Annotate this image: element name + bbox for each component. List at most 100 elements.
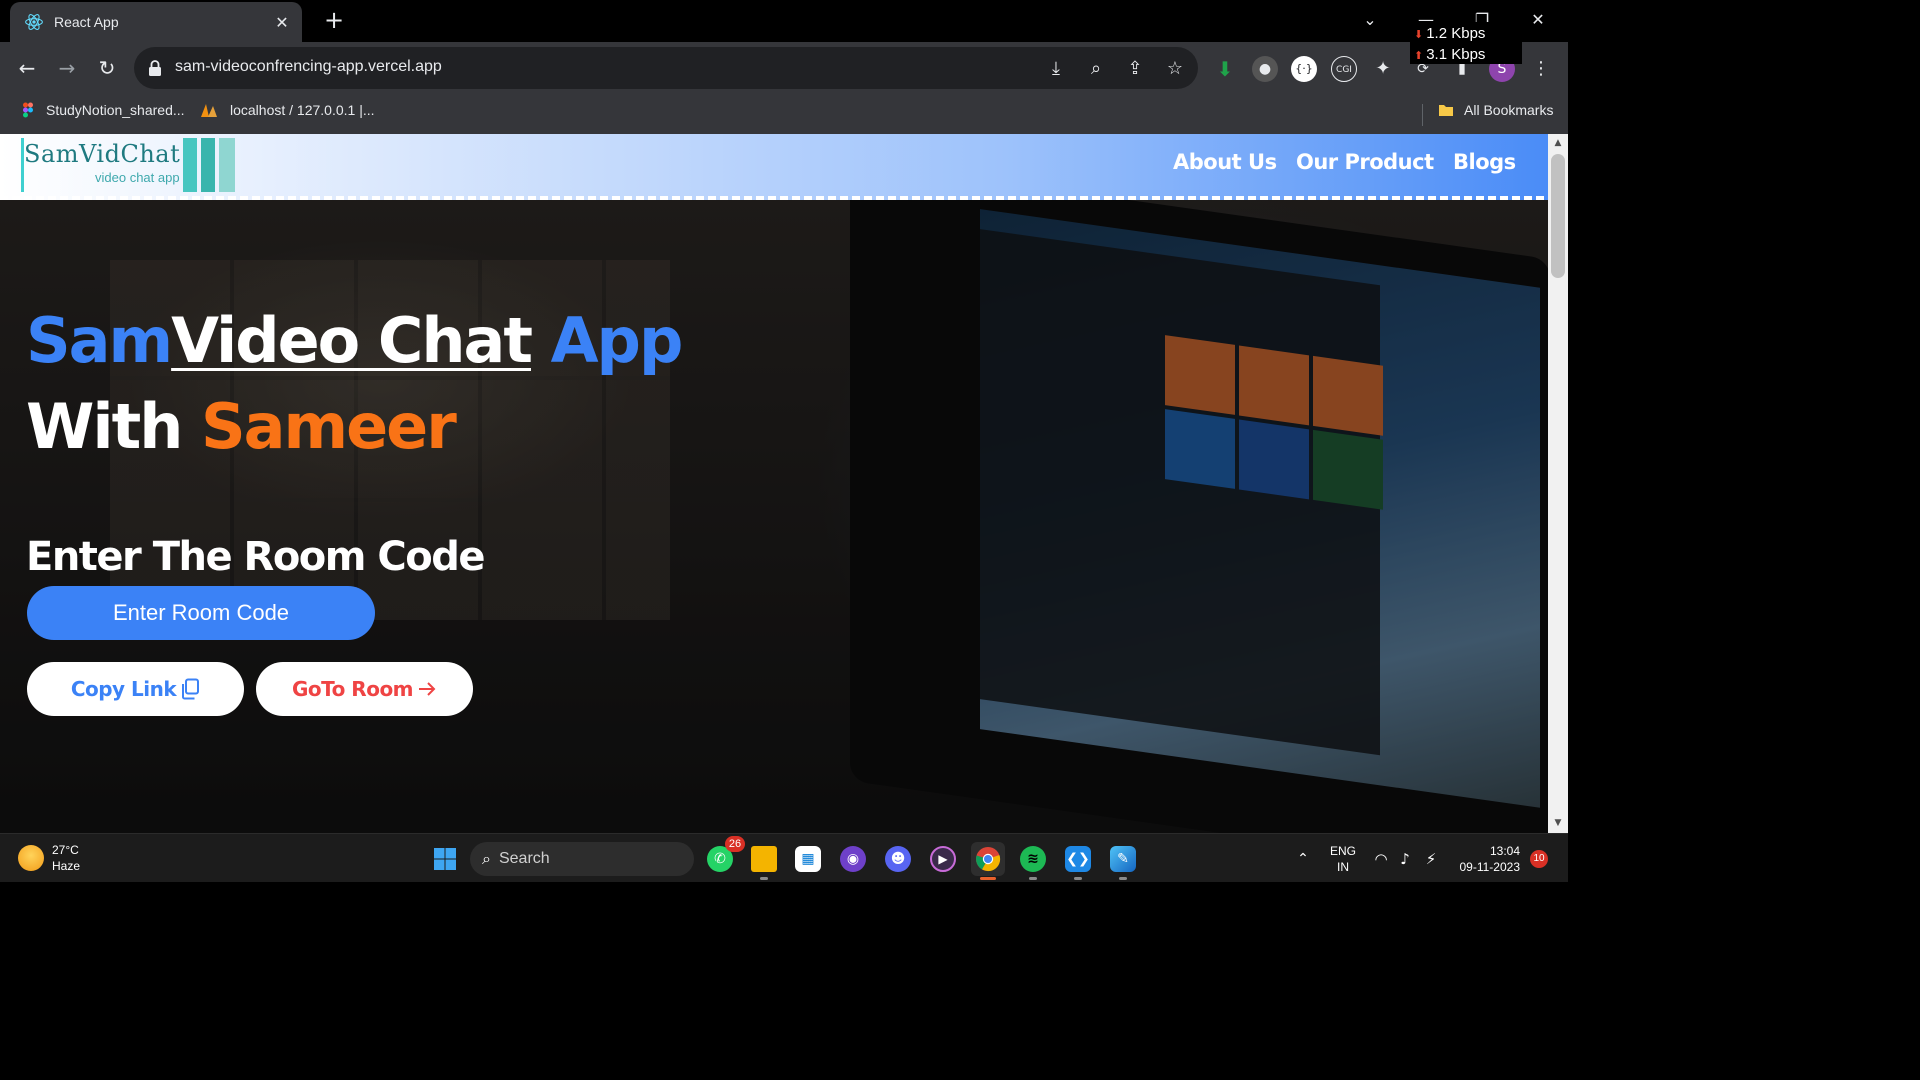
weather-widget[interactable]: 27°C Haze bbox=[18, 842, 80, 874]
windows-start-button[interactable] bbox=[428, 842, 462, 876]
bookmark-studynotion[interactable]: StudyNotion_shared... bbox=[20, 102, 185, 118]
tab-title: React App bbox=[54, 14, 119, 30]
volume-icon[interactable]: ♪ bbox=[1394, 842, 1416, 876]
goto-room-label: GoTo Room bbox=[291, 677, 414, 701]
hero-word-sam: Sam bbox=[26, 304, 173, 377]
address-bar[interactable]: sam-videoconfrencing-app.vercel.app ⤓ ⌕ … bbox=[134, 47, 1198, 89]
hero-word-app: App bbox=[550, 304, 684, 377]
upload-arrow-icon: ⬆ bbox=[1414, 50, 1424, 62]
spotify-icon: ≋ bbox=[1020, 846, 1046, 872]
extension-badge-icon[interactable]: CGI bbox=[1331, 56, 1357, 82]
nav-our-product[interactable]: Our Product bbox=[1296, 150, 1434, 174]
hero-word-with: With bbox=[26, 390, 183, 463]
hero-word-video-chat: Video Chat bbox=[171, 304, 533, 377]
chrome-icon bbox=[976, 847, 1001, 872]
close-window-icon[interactable]: ✕ bbox=[1518, 6, 1558, 34]
phpmyadmin-icon bbox=[201, 104, 217, 117]
hero-title-line2: With Sameer bbox=[26, 390, 457, 463]
copy-link-button[interactable]: Copy Link bbox=[27, 662, 244, 716]
windows-logo-icon bbox=[434, 848, 456, 870]
extensions-puzzle-icon[interactable]: ✦ bbox=[1370, 56, 1396, 82]
taskbar-media-player[interactable]: ▶ bbox=[926, 842, 960, 876]
taskbar-search[interactable]: ⌕ Search bbox=[470, 842, 694, 876]
logo-title: SamVidChat bbox=[24, 140, 181, 168]
goto-room-button[interactable]: GoTo Room bbox=[256, 662, 473, 716]
extension-dots-icon[interactable]: ● bbox=[1252, 56, 1278, 82]
bookmark-star-icon[interactable]: ☆ bbox=[1164, 58, 1186, 80]
arrow-right-icon bbox=[419, 682, 436, 696]
copy-link-label: Copy Link bbox=[70, 677, 177, 701]
weather-condition: Haze bbox=[52, 859, 81, 873]
web-page: SamVidChat video chat app About Us Our P… bbox=[0, 134, 1548, 833]
taskbar-discord[interactable]: ☻ bbox=[881, 842, 915, 876]
tab-search-chevron-icon[interactable]: ⌄ bbox=[1350, 6, 1390, 34]
file-explorer-icon bbox=[751, 846, 777, 872]
page-scrollbar[interactable]: ▲ ▼ bbox=[1548, 134, 1568, 833]
scroll-down-arrow-icon[interactable]: ▼ bbox=[1553, 818, 1563, 828]
windows-taskbar: 27°C Haze ⌕ Search ✆ 26 ▦ ◉ ☻ ▶ ≋ ❮❯ ✎ ⌃… bbox=[0, 833, 1568, 882]
paint-icon: ✎ bbox=[1110, 846, 1136, 872]
room-code-heading: Enter The Room Code bbox=[26, 534, 485, 580]
taskbar-paint[interactable]: ✎ bbox=[1106, 842, 1140, 880]
install-app-icon[interactable]: ⤓ bbox=[1045, 58, 1067, 80]
clock-date: 09-11-2023 bbox=[1459, 860, 1521, 874]
site-logo[interactable]: SamVidChat video chat app bbox=[21, 136, 237, 192]
download-extension-icon[interactable]: ⬇ bbox=[1212, 56, 1238, 82]
browser-menu-icon[interactable]: ⋮ bbox=[1528, 56, 1554, 82]
download-arrow-icon: ⬇ bbox=[1414, 29, 1424, 41]
bookmark-localhost[interactable]: localhost / 127.0.0.1 |... bbox=[200, 102, 375, 118]
all-bookmarks-folder[interactable]: All Bookmarks bbox=[1438, 102, 1553, 118]
vscode-icon: ❮❯ bbox=[1065, 846, 1091, 872]
taskbar-github-desktop[interactable]: ◉ bbox=[836, 842, 870, 876]
scrollbar-thumb[interactable] bbox=[1551, 154, 1565, 278]
header-dashed-border bbox=[0, 196, 1548, 200]
taskbar-chrome[interactable] bbox=[971, 842, 1005, 880]
url-text[interactable]: sam-videoconfrencing-app.vercel.app bbox=[175, 58, 442, 76]
taskbar-whatsapp[interactable]: ✆ 26 bbox=[703, 836, 745, 876]
copy-icon bbox=[182, 678, 200, 700]
notification-count-badge[interactable]: 10 bbox=[1530, 850, 1548, 868]
wifi-icon[interactable]: ◠ bbox=[1370, 842, 1392, 876]
new-tab-button[interactable]: + bbox=[320, 6, 348, 34]
whatsapp-unread-badge: 26 bbox=[725, 836, 745, 852]
microsoft-store-icon: ▦ bbox=[795, 846, 821, 872]
battery-charging-icon[interactable]: ⚡ bbox=[1418, 842, 1444, 876]
hero-title-line1: SamVideo Chat App bbox=[26, 304, 684, 377]
show-hidden-icons-chevron-icon[interactable]: ⌃ bbox=[1288, 842, 1318, 876]
hero-word-sameer: Sameer bbox=[201, 390, 457, 463]
github-desktop-icon: ◉ bbox=[840, 846, 866, 872]
site-header: SamVidChat video chat app About Us Our P… bbox=[0, 134, 1548, 200]
scroll-up-arrow-icon[interactable]: ▲ bbox=[1553, 138, 1563, 148]
search-label: Search bbox=[498, 850, 550, 867]
browser-tab-active[interactable]: React App ✕ bbox=[10, 2, 302, 42]
reload-icon[interactable]: ↻ bbox=[93, 54, 121, 82]
language-code: ENG bbox=[1330, 844, 1357, 858]
share-icon[interactable]: ⇪ bbox=[1124, 58, 1146, 80]
taskbar-spotify[interactable]: ≋ bbox=[1016, 842, 1050, 880]
download-speed: 1.2 Kbps bbox=[1426, 25, 1486, 42]
browser-toolbar: ← → ↻ sam-videoconfrencing-app.vercel.ap… bbox=[0, 42, 1568, 94]
logo-blocks-icon bbox=[183, 138, 235, 192]
extension-code-icon[interactable]: {·} bbox=[1291, 56, 1317, 82]
figma-icon bbox=[23, 102, 33, 118]
folder-icon bbox=[1439, 105, 1453, 116]
taskbar-file-explorer[interactable] bbox=[747, 842, 781, 880]
nav-about-us[interactable]: About Us bbox=[1173, 150, 1277, 174]
back-arrow-icon[interactable]: ← bbox=[13, 54, 41, 82]
taskbar-microsoft-store[interactable]: ▦ bbox=[791, 842, 825, 876]
tab-close-icon[interactable]: ✕ bbox=[268, 13, 296, 32]
hero-overlay bbox=[0, 200, 1548, 833]
search-icon: ⌕ bbox=[482, 849, 491, 868]
bookmark-divider bbox=[1422, 104, 1423, 126]
room-code-input[interactable] bbox=[27, 586, 375, 640]
language-indicator[interactable]: ENG IN bbox=[1330, 843, 1356, 875]
forward-arrow-icon[interactable]: → bbox=[53, 54, 81, 82]
taskbar-vscode[interactable]: ❮❯ bbox=[1061, 842, 1095, 880]
discord-icon: ☻ bbox=[885, 846, 911, 872]
all-bookmarks-label: All Bookmarks bbox=[1464, 102, 1554, 118]
nav-blogs[interactable]: Blogs bbox=[1453, 150, 1516, 174]
region-code: IN bbox=[1337, 860, 1349, 874]
zoom-icon[interactable]: ⌕ bbox=[1085, 58, 1107, 80]
system-clock[interactable]: 13:04 09-11-2023 bbox=[1456, 843, 1521, 875]
media-player-icon: ▶ bbox=[930, 846, 956, 872]
